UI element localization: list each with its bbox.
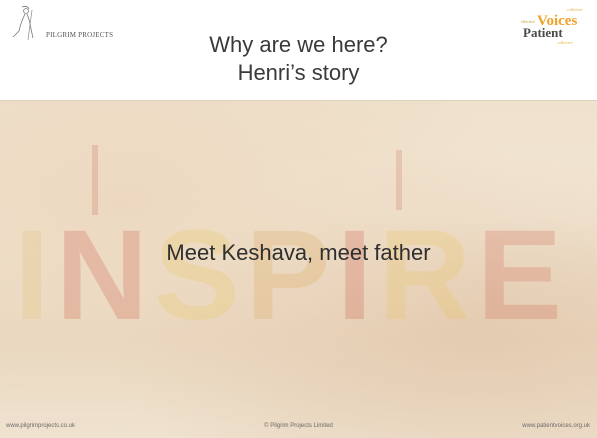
background-pole xyxy=(396,150,402,210)
slide-header: PILGRIM PROJECTS Why are we here? Henri’… xyxy=(0,0,597,101)
footer-right-link[interactable]: www.patientvoices.org.uk xyxy=(522,423,590,429)
pv-logo-small-top: collective xyxy=(567,7,583,12)
slide: INSPIRE PILGRIM PROJECTS Why are we here… xyxy=(0,0,597,438)
footer-copyright: © Pilgrim Projects Limited xyxy=(264,423,333,429)
slide-body-text: Meet Keshava, meet father xyxy=(166,240,431,265)
pv-logo-small-bottom: collective xyxy=(557,40,573,45)
background-word-inspire: INSPIRE xyxy=(14,204,569,347)
pv-logo-patient: Patient xyxy=(523,25,563,40)
pv-logo-prefix: effective xyxy=(521,19,535,24)
patient-voices-logo: collective effective Voices Patient coll… xyxy=(521,7,583,45)
slide-title-line-2: Henri’s story xyxy=(237,60,360,85)
